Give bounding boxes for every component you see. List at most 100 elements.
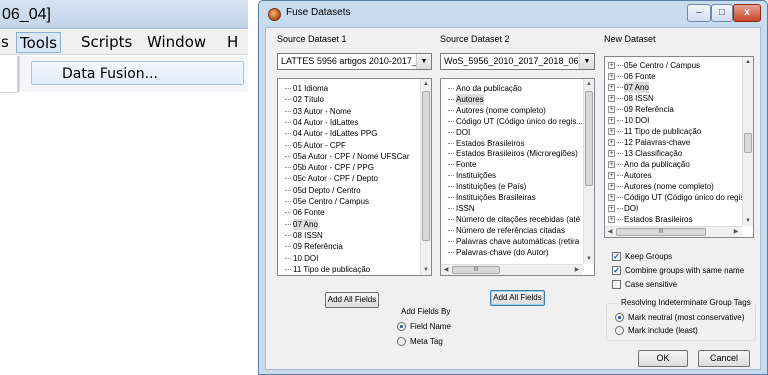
list-item[interactable]: Instituições (e País) — [441, 181, 583, 192]
list-item[interactable]: +05e Centro / Campus — [605, 60, 742, 71]
chevron-down-icon[interactable]: ▼ — [579, 54, 594, 69]
scroll-up-icon[interactable]: ▲ — [584, 79, 594, 89]
menu-item-tools[interactable]: Tools — [16, 32, 61, 53]
expand-icon[interactable]: + — [608, 172, 615, 179]
add-all-fields-button-2[interactable]: Add All Fields — [490, 290, 545, 306]
list-item[interactable]: +07 Ano — [605, 82, 742, 93]
list-item[interactable]: +11 Tipo de publicação — [605, 126, 742, 137]
list-item[interactable]: Fonte — [441, 159, 583, 170]
list-item[interactable]: 08 ISSN — [278, 230, 420, 241]
list-item[interactable]: Autores — [441, 93, 583, 105]
list-item[interactable]: Instituições Brasileiras — [441, 192, 583, 203]
list-item[interactable]: 02 Título — [278, 94, 420, 105]
list-item[interactable]: 03 Autor - Nome — [278, 106, 420, 117]
vertical-scrollbar[interactable]: ▲ ▼ — [420, 79, 431, 275]
list-item[interactable]: + Autores — [605, 170, 742, 181]
list-item[interactable]: + Ano da publicação — [605, 159, 742, 170]
scroll-right-icon[interactable]: ▶ — [572, 265, 582, 275]
menu-item-window[interactable]: Window — [144, 32, 209, 53]
list-item[interactable]: 05 Autor - CPF — [278, 140, 420, 151]
vertical-scrollbar[interactable]: ▲ ▼ — [583, 79, 594, 264]
menu-item-data-fusion[interactable]: Data Fusion... — [31, 61, 244, 85]
list-item[interactable]: +13 Classificação — [605, 148, 742, 159]
list-item[interactable]: +09 Referência — [605, 104, 742, 115]
list-item[interactable]: Número de citações recebidas (até — [441, 214, 583, 225]
new-dataset-tree[interactable]: + Estados Brasileiros + DOI + Código UT (Códi… — [604, 56, 754, 238]
list-item[interactable]: 05e Centro / Campus — [278, 196, 420, 207]
expand-icon[interactable]: + — [608, 95, 615, 102]
list-item[interactable]: 04 Autor - IdLattes — [278, 117, 420, 128]
expand-icon[interactable]: + — [608, 216, 615, 223]
scroll-thumb[interactable] — [585, 91, 593, 186]
expand-icon[interactable]: + — [608, 106, 615, 113]
expand-icon[interactable]: + — [608, 139, 615, 146]
expand-icon[interactable]: + — [608, 194, 615, 201]
scroll-down-icon[interactable]: ▼ — [743, 216, 753, 226]
source-dataset-2-list[interactable]: Palavras-chave (do Autor) Palavras chave … — [440, 78, 595, 276]
scroll-down-icon[interactable]: ▼ — [421, 265, 431, 275]
list-item[interactable]: +12 Palavras-chave — [605, 137, 742, 148]
list-item[interactable]: Estados Brasileiros — [441, 138, 583, 149]
list-item[interactable]: Palavras-chave (do Autor) — [441, 247, 583, 258]
expand-icon[interactable]: + — [608, 205, 615, 212]
list-item[interactable]: Código UT (Código único do regis... — [441, 116, 583, 127]
add-all-fields-button-1[interactable]: Add All Fields — [325, 292, 379, 308]
ok-button[interactable]: OK — [638, 350, 688, 367]
expand-icon[interactable]: + — [608, 84, 615, 91]
maximize-button[interactable]: □ — [711, 4, 733, 22]
chevron-down-icon[interactable]: ▼ — [416, 54, 431, 69]
expand-icon[interactable]: + — [608, 150, 615, 157]
radio-button[interactable] — [615, 326, 624, 335]
source-dataset-1-select[interactable]: LATTES 5956 artigos 2010-2017_2018 ▼ — [277, 53, 432, 70]
scroll-right-icon[interactable]: ▶ — [731, 227, 741, 237]
list-item[interactable]: 05d Depto / Centro — [278, 185, 420, 196]
list-item[interactable]: 07 Ano — [278, 218, 420, 230]
list-item[interactable]: +10 DOI — [605, 115, 742, 126]
list-item[interactable]: Instituições — [441, 170, 583, 181]
list-item[interactable]: + DOI — [605, 203, 742, 214]
list-item[interactable]: 05c Autor - CPF / Depto — [278, 173, 420, 184]
close-button[interactable]: x — [733, 4, 761, 22]
list-item[interactable]: ISSN — [441, 203, 583, 214]
list-item[interactable]: Número de referências citadas — [441, 225, 583, 236]
radio-button[interactable] — [397, 337, 406, 346]
source-dataset-2-select[interactable]: WoS_5956_2010_2017_2018_06_04 ▼ — [440, 53, 595, 70]
list-item[interactable]: 04 Autor - IdLattes PPG — [278, 128, 420, 139]
list-item[interactable]: Autores (nome completo) — [441, 105, 583, 116]
scroll-up-icon[interactable]: ▲ — [421, 79, 431, 89]
checkbox[interactable] — [612, 280, 621, 289]
list-item[interactable]: Ano da publicação — [441, 83, 583, 94]
radio-button[interactable] — [615, 313, 624, 322]
scroll-left-icon[interactable]: ◀ — [605, 227, 615, 237]
cancel-button[interactable]: Cancel — [698, 350, 750, 367]
checkbox[interactable]: ✓ — [612, 252, 621, 261]
scroll-thumb[interactable]: III — [452, 266, 500, 274]
expand-icon[interactable]: + — [608, 161, 615, 168]
radio-button[interactable] — [397, 322, 406, 331]
expand-icon[interactable]: + — [608, 128, 615, 135]
scroll-left-icon[interactable]: ◀ — [441, 265, 451, 275]
expand-icon[interactable]: + — [608, 117, 615, 124]
scroll-thumb[interactable]: III — [616, 228, 706, 236]
scroll-thumb[interactable] — [422, 91, 430, 241]
horizontal-scrollbar[interactable]: ◀ III ▶ — [441, 264, 583, 275]
list-item[interactable]: + Código UT (Código único do regis... — [605, 192, 751, 203]
list-item[interactable]: 01 Idioma — [278, 83, 420, 94]
expand-icon[interactable]: + — [608, 183, 615, 190]
list-item[interactable]: 05b Autor - CPF / PPG — [278, 162, 420, 173]
expand-icon[interactable]: + — [608, 62, 615, 69]
horizontal-scrollbar[interactable]: ◀ III ▶ — [605, 226, 742, 237]
list-item[interactable]: + Autores (nome completo) — [605, 181, 742, 192]
menu-item-partial-s[interactable]: s — [0, 32, 12, 53]
list-item[interactable]: Estados Brasileiros (Microregiões) — [441, 148, 583, 159]
list-item[interactable]: DOI — [441, 127, 583, 138]
menu-item-partial-h[interactable]: H — [224, 32, 241, 53]
scroll-thumb[interactable] — [744, 133, 752, 153]
list-item[interactable]: 05a Autor - CPF / Nome UFSCar — [278, 151, 420, 162]
list-item[interactable]: +08 ISSN — [605, 93, 742, 104]
scroll-down-icon[interactable]: ▼ — [584, 254, 594, 264]
source-dataset-1-list[interactable]: 11 Tipo de publicação 10 DOI 09 Referência… — [277, 78, 432, 276]
list-item[interactable]: 06 Fonte — [278, 207, 420, 218]
list-item[interactable]: Palavras chave automáticas (retira — [441, 236, 583, 247]
expand-icon[interactable]: + — [608, 73, 615, 80]
